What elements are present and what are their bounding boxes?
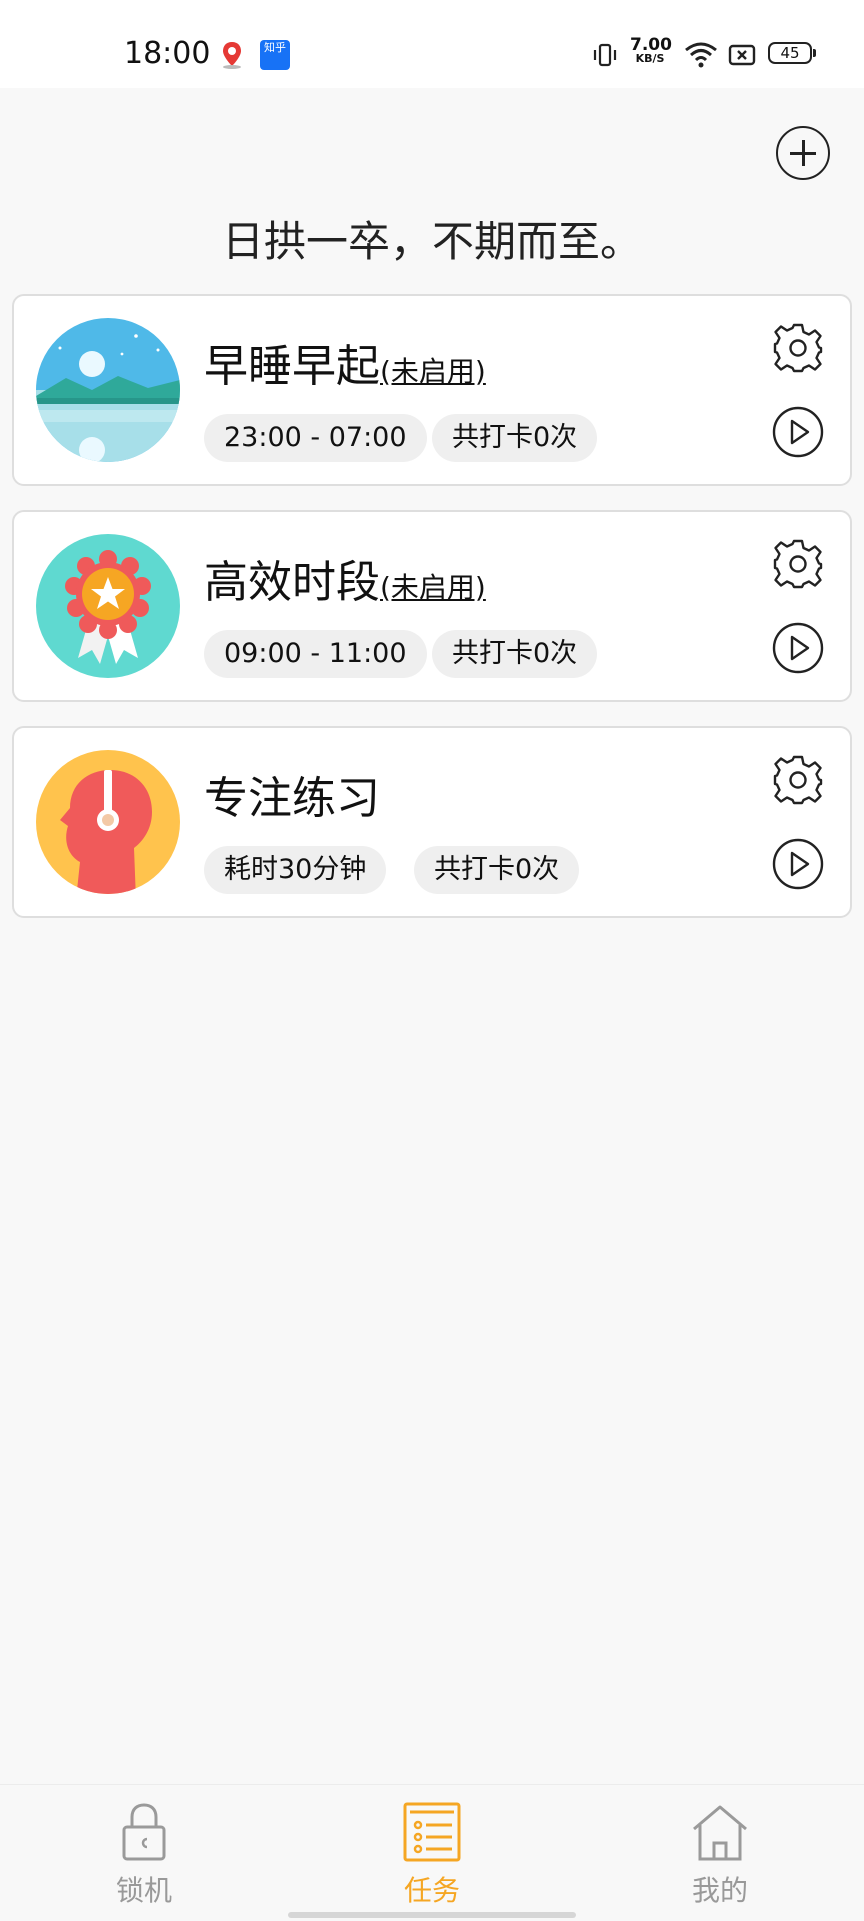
add-task-button[interactable] xyxy=(776,126,830,180)
vibrate-icon xyxy=(593,43,617,67)
award-medal-icon xyxy=(36,534,180,678)
tab-mine[interactable]: 我的 xyxy=(620,1785,820,1921)
tab-label: 锁机 xyxy=(115,1874,172,1907)
task-checkin-chip: 共打卡0次 xyxy=(432,630,598,678)
task-card-early-sleep[interactable]: 早睡早起(未启用) 23:00 - 07:00 共打卡0次 xyxy=(12,294,852,486)
task-title-text: 专注练习 xyxy=(204,773,380,824)
home-icon xyxy=(693,1805,747,1861)
network-speed-value: 7.00 xyxy=(630,35,672,55)
task-title: 早睡早起(未启用) xyxy=(204,330,486,394)
play-icon[interactable] xyxy=(772,406,824,458)
zhihu-app-label: 知乎 xyxy=(264,41,286,54)
task-time-chip: 09:00 - 11:00 xyxy=(204,630,427,678)
tab-lock[interactable]: 锁机 xyxy=(44,1785,244,1921)
battery-level: 45 xyxy=(780,44,800,62)
task-card-productive-period[interactable]: 高效时段(未启用) 09:00 - 11:00 共打卡0次 xyxy=(12,510,852,702)
network-speed-unit: KB/S xyxy=(635,52,665,65)
play-icon[interactable] xyxy=(772,622,824,674)
task-status-link[interactable]: (未启用) xyxy=(380,355,486,388)
tab-tasks[interactable]: 任务 xyxy=(332,1785,532,1921)
network-speed: 7.00 KB/S xyxy=(630,35,672,66)
no-sim-icon xyxy=(728,44,756,66)
bottom-tab-bar: 锁机 任务 我的 xyxy=(0,1784,864,1921)
task-time-chip: 23:00 - 07:00 xyxy=(204,414,427,462)
task-duration-chip: 耗时30分钟 xyxy=(204,846,387,894)
tab-label: 我的 xyxy=(691,1874,748,1907)
task-title: 高效时段(未启用) xyxy=(204,546,486,610)
task-checkin-chip: 共打卡0次 xyxy=(414,846,580,894)
task-list-icon xyxy=(403,1802,461,1862)
head-headphones-icon xyxy=(36,750,180,894)
lock-icon xyxy=(122,1803,166,1861)
moon-lake-icon xyxy=(36,318,180,462)
task-title-text: 早睡早起 xyxy=(204,341,380,392)
status-bar: 18:00 知乎 7.00 KB/S 45 xyxy=(0,0,864,88)
play-icon[interactable] xyxy=(772,838,824,890)
task-title-text: 高效时段 xyxy=(204,557,380,608)
task-status-link[interactable]: (未启用) xyxy=(380,571,486,604)
map-pin-app-icon xyxy=(223,42,241,69)
page-slogan: 日拱一卒，不期而至。 xyxy=(221,217,642,266)
gear-icon[interactable] xyxy=(772,754,824,806)
task-card-focus-practice[interactable]: 专注练习 耗时30分钟 共打卡0次 xyxy=(12,726,852,918)
battery-icon: 45 xyxy=(768,42,816,64)
gear-icon[interactable] xyxy=(772,322,824,374)
status-time: 18:00 xyxy=(124,36,211,71)
home-indicator[interactable] xyxy=(288,1912,576,1918)
task-checkin-chip: 共打卡0次 xyxy=(432,414,598,462)
gear-icon[interactable] xyxy=(772,538,824,590)
task-title: 专注练习 xyxy=(204,762,380,826)
zhihu-app-icon: 知乎 xyxy=(260,40,290,70)
wifi-icon xyxy=(685,42,717,68)
tab-label: 任务 xyxy=(403,1874,460,1907)
